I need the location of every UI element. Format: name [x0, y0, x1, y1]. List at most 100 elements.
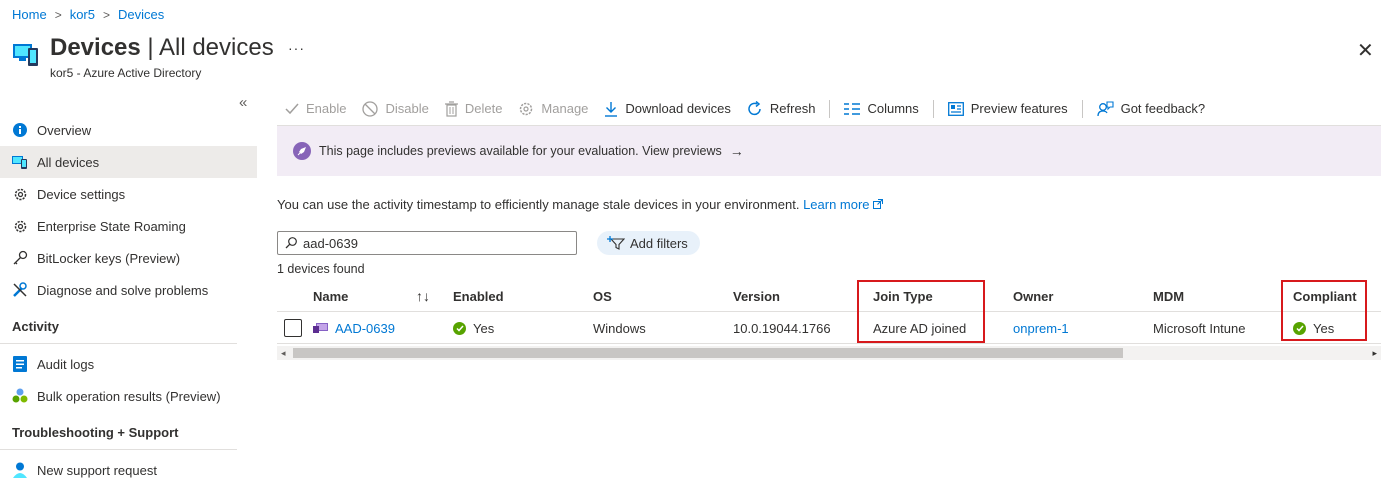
sidebar-item-device-settings[interactable]: Device settings: [0, 178, 257, 210]
preview-features-button[interactable]: Preview features: [940, 93, 1076, 125]
users-icon: [12, 388, 28, 404]
toolbar-divider: [932, 99, 934, 118]
breadcrumb-home[interactable]: Home: [12, 7, 47, 22]
sidebar-item-label: Bulk operation results (Preview): [37, 388, 221, 404]
refresh-icon: [747, 100, 763, 117]
chevron-right-icon: >: [54, 7, 62, 22]
rocket-icon: [293, 142, 311, 160]
sidebar-item-bitlocker-keys[interactable]: BitLocker keys (Preview): [0, 242, 257, 274]
sidebar: Overview All devices Device settings Ent…: [0, 114, 257, 486]
log-icon: [12, 356, 28, 372]
table-header: Name ↑↓ Enabled OS Version Join Type Own…: [277, 280, 1381, 312]
device-name-link[interactable]: AAD-0639: [335, 321, 395, 336]
sidebar-item-label: All devices: [37, 154, 100, 170]
collapse-sidebar-icon[interactable]: «: [239, 94, 247, 111]
delete-button[interactable]: Delete: [437, 93, 511, 125]
sidebar-item-bulk-operation-results[interactable]: Bulk operation results (Preview): [0, 380, 257, 412]
enable-button[interactable]: Enable: [277, 93, 354, 125]
horizontal-scrollbar[interactable]: ◂ ▸: [277, 346, 1381, 360]
sidebar-item-label: Audit logs: [37, 356, 95, 372]
os-cell: Windows: [593, 320, 646, 336]
key-icon: [12, 250, 28, 266]
sidebar-item-label: Diagnose and solve problems: [37, 282, 209, 298]
devices-icon: [12, 154, 28, 170]
sidebar-item-label: Overview: [37, 122, 92, 138]
person-icon: [12, 462, 28, 478]
toolbar-divider: [1081, 99, 1083, 118]
column-header-version[interactable]: Version: [733, 280, 780, 312]
search-box[interactable]: [277, 231, 577, 255]
sidebar-item-all-devices[interactable]: All devices: [0, 146, 257, 178]
preview-features-icon: [947, 101, 964, 116]
external-link-icon: [873, 197, 884, 212]
join-type-highlight-box: [857, 280, 985, 343]
breadcrumb: Home > kor5 > Devices: [12, 7, 164, 22]
toolbar-divider: [829, 99, 831, 118]
scroll-right-icon[interactable]: ▸: [1372, 346, 1377, 360]
search-input[interactable]: [303, 235, 563, 251]
sidebar-item-label: BitLocker keys (Preview): [37, 250, 181, 266]
scrollbar-thumb[interactable]: [293, 348, 1123, 358]
column-header-enabled[interactable]: Enabled: [453, 280, 504, 312]
sidebar-item-diagnose[interactable]: Diagnose and solve problems: [0, 274, 257, 306]
checkmark-icon: [285, 103, 299, 115]
devices-icon: [12, 41, 40, 67]
columns-icon: [844, 102, 861, 115]
page-subtitle: kor5 - Azure Active Directory: [50, 66, 202, 80]
sidebar-item-audit-logs[interactable]: Audit logs: [0, 348, 257, 380]
column-header-owner[interactable]: Owner: [1013, 280, 1053, 312]
chevron-right-icon: >: [103, 7, 111, 22]
learn-more-link[interactable]: Learn more: [803, 197, 884, 212]
manage-button[interactable]: Manage: [510, 93, 596, 125]
owner-link[interactable]: onprem-1: [1013, 321, 1069, 336]
scroll-left-icon[interactable]: ◂: [281, 346, 286, 360]
mdm-cell: Microsoft Intune: [1153, 320, 1246, 336]
sidebar-section-support: Troubleshooting + Support: [0, 416, 237, 450]
device-icon: [313, 322, 329, 334]
sidebar-item-overview[interactable]: Overview: [0, 114, 257, 146]
version-cell: 10.0.19044.1766: [733, 320, 831, 336]
download-icon: [604, 101, 618, 117]
sidebar-item-new-support-request[interactable]: New support request: [0, 454, 257, 486]
sidebar-item-enterprise-state-roaming[interactable]: Enterprise State Roaming: [0, 210, 257, 242]
sort-icon[interactable]: ↑↓: [416, 288, 430, 304]
sidebar-section-activity: Activity: [0, 310, 237, 344]
command-bar: Enable Disable Delete Manage Download de…: [277, 92, 1381, 126]
disable-button[interactable]: Disable: [354, 93, 436, 125]
column-header-os[interactable]: OS: [593, 280, 612, 312]
checkmark-circle-icon: [453, 321, 466, 335]
breadcrumb-tenant[interactable]: kor5: [70, 7, 95, 22]
block-icon: [362, 100, 379, 117]
info-icon: [12, 122, 28, 138]
sidebar-item-label: Device settings: [37, 186, 126, 202]
gear-icon: [518, 101, 534, 117]
compliant-highlight-box: [1281, 280, 1367, 341]
preview-banner[interactable]: This page includes previews available fo…: [277, 126, 1381, 176]
feedback-icon: [1096, 100, 1114, 117]
column-header-name[interactable]: Name: [313, 280, 348, 312]
arrow-right-icon: →: [729, 143, 744, 159]
preview-banner-text: This page includes previews available fo…: [319, 144, 722, 158]
refresh-button[interactable]: Refresh: [739, 93, 824, 125]
row-select-checkbox[interactable]: [284, 319, 302, 337]
columns-button[interactable]: Columns: [836, 93, 926, 125]
add-filters-button[interactable]: Add filters: [597, 231, 700, 255]
enabled-cell: Yes: [453, 312, 494, 344]
search-icon: [285, 237, 297, 249]
sidebar-item-label: New support request: [37, 462, 157, 478]
info-text: You can use the activity timestamp to ef…: [277, 197, 884, 212]
got-feedback-button[interactable]: Got feedback?: [1089, 93, 1214, 125]
page-title: Devices | All devices: [50, 34, 274, 61]
breadcrumb-devices[interactable]: Devices: [118, 7, 164, 22]
wrench-icon: [12, 282, 28, 298]
filter-add-icon: [607, 236, 625, 250]
column-header-mdm[interactable]: MDM: [1153, 280, 1184, 312]
more-options-icon[interactable]: ···: [288, 40, 305, 56]
results-count: 1 devices found: [277, 262, 365, 276]
gear-icon: [12, 186, 28, 202]
trash-icon: [444, 100, 458, 117]
close-icon[interactable]: ✕: [1357, 38, 1374, 63]
sidebar-item-label: Enterprise State Roaming: [37, 218, 186, 234]
download-devices-button[interactable]: Download devices: [596, 93, 739, 125]
table-row[interactable]: AAD-0639 Yes Windows 10.0.19044.1766 Azu…: [277, 312, 1381, 344]
